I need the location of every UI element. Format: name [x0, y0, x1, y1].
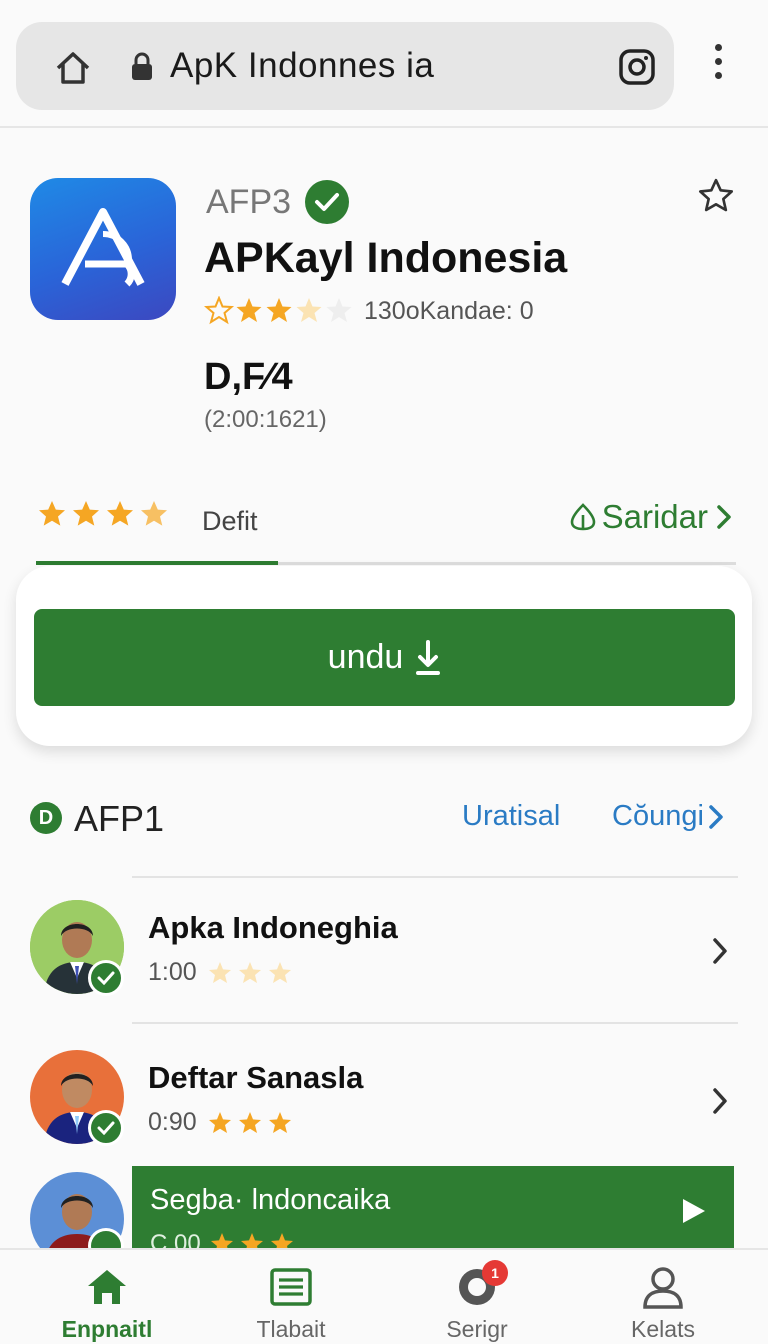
browser-toolbar: ApK Indonnes ia [0, 0, 768, 128]
download-button-label: undu [327, 638, 404, 676]
featured-stars [210, 1233, 293, 1248]
featured-title: Segba· lndoncaika [150, 1184, 391, 1216]
app-size-detail: (2:00:1621) [204, 406, 327, 433]
favorite-star-icon[interactable] [696, 176, 736, 221]
section-title: AFP1 [74, 798, 165, 839]
person-icon [588, 1264, 738, 1310]
notification-badge: 1 [482, 1260, 508, 1286]
list-item-duration: 0:90 [148, 1108, 197, 1136]
nav-item-tlabait[interactable]: Tlabait [216, 1264, 366, 1344]
nav-item-serigr[interactable]: 1 Serigr [402, 1260, 552, 1344]
address-bar[interactable]: ApK Indonnes ia [16, 22, 674, 110]
list-item-stars [207, 1110, 297, 1136]
nav-label: Enpnaitl [61, 1316, 153, 1342]
download-button[interactable]: undu [34, 609, 735, 706]
leaf-icon [568, 502, 598, 532]
section-link-uratisal[interactable]: Uratisal [462, 800, 560, 833]
list-item-meta: 0:90 [148, 1108, 297, 1137]
section-link-coungi-label: Cŏungi [612, 800, 704, 832]
tab-saridar[interactable]: Saridar [568, 498, 732, 536]
rating-stars [204, 296, 354, 326]
chevron-right-icon [716, 504, 732, 530]
list-item-duration: 1:00 [148, 958, 197, 986]
app-title: APKayl Indonesia [204, 234, 568, 282]
url-text[interactable]: ApK Indonnes ia [170, 46, 434, 86]
list-icon [216, 1264, 366, 1310]
list-item-title: Deftar Sanasla [148, 1060, 364, 1095]
chevron-right-icon[interactable] [710, 936, 730, 971]
rating-count: 130oKandae: 0 [364, 296, 534, 325]
verified-icon [88, 1110, 124, 1146]
developer-name[interactable]: AFP3 [206, 183, 291, 222]
tab-saridar-label: Saridar [601, 498, 708, 535]
tab-rating-stars[interactable] [36, 498, 176, 530]
section-badge: D [30, 802, 62, 834]
list-item-stars [207, 960, 297, 986]
bottom-navigation: Enpnaitl Tlabait 1 Serigr Kelats [0, 1248, 768, 1344]
tab-bar: Defit Saridar [36, 498, 736, 568]
developer-line: AFP3 [206, 180, 350, 224]
list-item-meta: 1:00 [148, 958, 297, 987]
app-logo [30, 178, 176, 320]
list-divider [132, 1022, 738, 1024]
nav-label: Serigr [446, 1316, 508, 1342]
section-link-coungi[interactable]: Cŏungi [612, 800, 724, 833]
app-size-value: D,F⁄4 [204, 356, 293, 398]
list-item[interactable]: Apka Indoneghia 1:00 [0, 890, 768, 1020]
verified-icon [305, 180, 350, 224]
more-vert-icon[interactable] [706, 44, 730, 84]
download-card: undu [16, 566, 752, 746]
home-icon[interactable] [54, 50, 92, 91]
download-icon [416, 639, 441, 675]
home-icon [32, 1264, 182, 1310]
section-header: D AFP1 Uratisal Cŏungi [30, 796, 738, 846]
tab-active-indicator [36, 561, 278, 565]
list-item[interactable]: Deftar Sanasla 0:90 [0, 1040, 768, 1170]
nav-label: Kelats [631, 1316, 695, 1342]
list-item-title: Apka Indoneghia [148, 910, 398, 945]
list-divider [132, 876, 738, 878]
chevron-right-icon[interactable] [710, 1086, 730, 1121]
instagram-icon[interactable] [618, 48, 656, 91]
play-icon[interactable] [678, 1196, 708, 1231]
chevron-right-icon [709, 804, 723, 829]
nav-item-kelats[interactable]: Kelats [588, 1264, 738, 1344]
tab-label[interactable]: Defit [202, 506, 258, 537]
circle-icon: 1 [402, 1260, 552, 1310]
nav-label: Tlabait [256, 1316, 326, 1342]
lock-icon [130, 52, 154, 87]
featured-list-item[interactable]: Segba· lndoncaika C.00 [132, 1166, 734, 1248]
nav-item-home[interactable]: Enpnaitl [32, 1264, 182, 1344]
verified-icon [88, 960, 124, 996]
featured-duration: C.00 [150, 1230, 201, 1248]
featured-meta: C.00 [150, 1230, 299, 1248]
app-rating: 130oKandae: 0 [204, 296, 534, 326]
